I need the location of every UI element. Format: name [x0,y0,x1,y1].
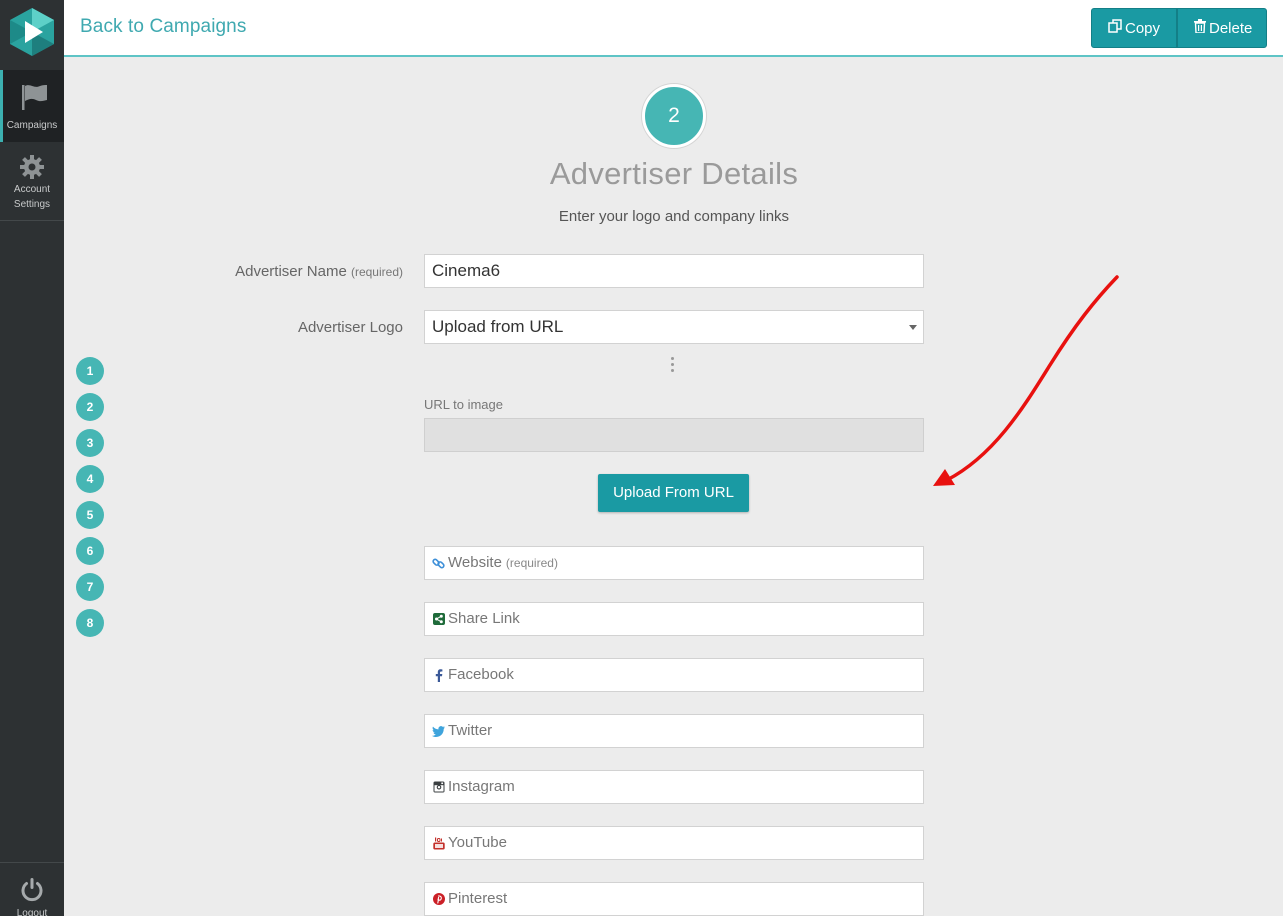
step-nav-5[interactable]: 5 [76,501,104,529]
required-hint: (required) [350,265,403,279]
instagram-input[interactable]: Instagram [424,770,924,804]
annotation-arrow [933,275,1119,486]
sidebar-item-logout[interactable]: Logout [0,862,64,916]
power-icon [19,877,45,908]
twitter-icon [432,725,445,738]
sidebar-item-label: Account Settings [13,184,51,210]
vertical-dots-icon [671,357,677,375]
page-title: Advertiser Details [549,156,799,191]
share-icon [432,613,445,626]
sidebar-item-label: Logout [16,908,48,916]
share-link-placeholder: Share Link [448,610,520,627]
url-to-image-input[interactable] [424,418,924,452]
copy-button-label: Copy [1125,19,1161,37]
caret-down-icon [909,325,917,330]
upload-from-url-button[interactable]: Upload From URL [598,474,749,512]
facebook-icon [432,668,445,682]
youtube-input[interactable]: YouTube [424,826,924,860]
top-bar: Back to Campaigns Copy Delete [64,0,1283,57]
gear-icon [19,154,45,185]
delete-button-label: Delete [1209,19,1253,37]
step-nav-3[interactable]: 3 [76,429,104,457]
youtube-icon [432,837,445,850]
pinterest-icon [432,893,445,906]
sidebar-item-label: Campaigns [6,120,58,131]
current-step-indicator: 2 [642,84,706,148]
required-hint: (required) [505,556,558,570]
instagram-icon [432,781,445,794]
sidebar-item-campaigns[interactable]: Campaigns [0,70,64,142]
step-nav-6[interactable]: 6 [76,537,104,565]
sidebar: Campaigns Account Settings Logout [0,0,64,916]
facebook-placeholder: Facebook [448,666,514,683]
advertiser-logo-select[interactable]: Upload from URL [424,310,924,344]
page-subtitle: Enter your logo and company links [558,208,790,225]
trash-icon [1194,19,1209,37]
website-placeholder: Website [448,554,502,571]
share-link-input[interactable]: Share Link [424,602,924,636]
advertiser-name-input[interactable]: Cinema6 [424,254,924,288]
advertiser-name-label: Advertiser Name (required) [235,263,403,280]
step-nav-8[interactable]: 8 [76,609,104,637]
link-icon [432,557,445,570]
website-input[interactable]: Website (required) [424,546,924,580]
back-to-campaigns-link[interactable]: Back to Campaigns [80,16,246,38]
advertiser-name-label-text: Advertiser Name [235,263,347,280]
twitter-placeholder: Twitter [448,722,493,739]
step-nav-1[interactable]: 1 [76,357,104,385]
youtube-placeholder: YouTube [448,834,507,851]
pinterest-input[interactable]: Pinterest [424,882,924,916]
sidebar-item-account-settings[interactable]: Account Settings [0,143,64,221]
instagram-placeholder: Instagram [448,778,515,795]
copy-button[interactable]: Copy [1091,8,1177,48]
copy-icon [1108,19,1125,37]
url-to-image-label: URL to image [424,397,503,412]
flag-icon [19,83,49,116]
action-button-group: Copy Delete [1091,8,1267,48]
facebook-input[interactable]: Facebook [424,658,924,692]
twitter-input[interactable]: Twitter [424,714,924,748]
delete-button[interactable]: Delete [1177,8,1267,48]
step-nav-2[interactable]: 2 [76,393,104,421]
advertiser-logo-label: Advertiser Logo [297,319,403,336]
app-logo[interactable] [9,7,55,57]
step-nav-7[interactable]: 7 [76,573,104,601]
step-nav-4[interactable]: 4 [76,465,104,493]
advertiser-logo-select-value: Upload from URL [432,317,564,336]
pinterest-placeholder: Pinterest [448,890,508,907]
